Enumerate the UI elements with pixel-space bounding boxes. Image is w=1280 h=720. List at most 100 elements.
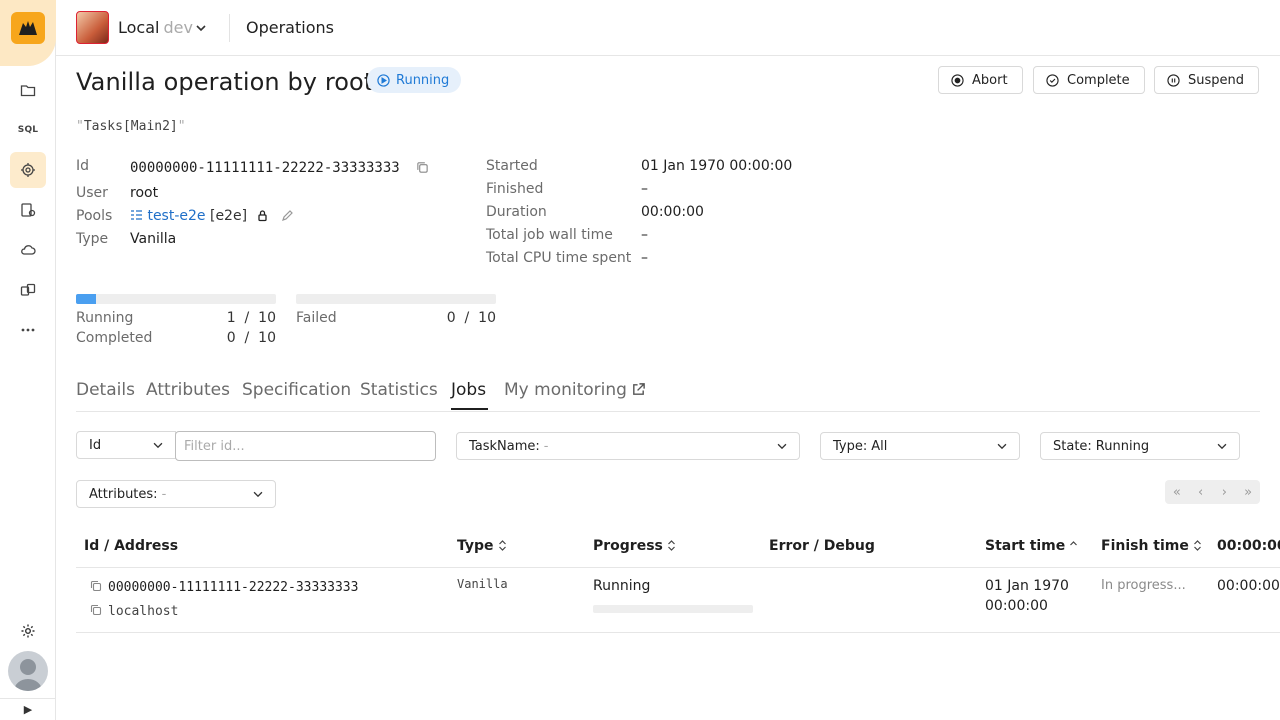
sidebar-item-sql[interactable]: SQL (10, 112, 46, 148)
finished-value: – (641, 181, 648, 197)
chevron-down-icon (253, 491, 263, 498)
sort-icon (498, 540, 506, 551)
abort-button[interactable]: Abort (938, 66, 1023, 94)
abort-label: Abort (972, 72, 1008, 88)
column-header-id: Id / Address (84, 538, 179, 554)
pagination: « ‹ › » (1165, 480, 1260, 504)
tab-details[interactable]: Details (76, 380, 135, 400)
column-header-finish-time[interactable]: Finish time (1101, 538, 1202, 554)
table-row-divider (76, 632, 1280, 633)
type-filter[interactable]: Type: All (820, 432, 1020, 460)
tab-attributes[interactable]: Attributes (146, 380, 230, 400)
tab-bar: Details Attributes Specification Statist… (76, 376, 1260, 412)
sort-icon (1193, 540, 1201, 551)
column-header-start-time[interactable]: Start time (985, 538, 1078, 554)
column-header-type[interactable]: Type (457, 538, 507, 554)
sidebar-settings[interactable] (10, 613, 46, 649)
attributes-filter-value: - (161, 486, 167, 502)
sort-asc-icon (1070, 541, 1078, 546)
first-page-button[interactable]: « (1165, 480, 1189, 504)
suspend-button[interactable]: Suspend (1154, 66, 1260, 94)
id-value: 00000000-11111111-22222-33333333 (130, 160, 429, 176)
sidebar-expand-button[interactable]: ▶ (0, 698, 56, 720)
wall-time-label: Total job wall time (486, 227, 613, 243)
wall-time-value: – (641, 227, 648, 243)
sidebar-item-more[interactable] (10, 312, 46, 348)
expand-arrow-icon: ▶ (23, 703, 33, 716)
user-avatar-icon (14, 659, 42, 691)
column-header-type-label: Type (457, 538, 494, 554)
components-icon (20, 283, 36, 296)
sidebar-item-operations[interactable] (10, 152, 46, 188)
copy-icon[interactable] (90, 604, 102, 616)
column-header-start-time-label: Start time (985, 538, 1066, 554)
column-header-duration[interactable]: 00:00:00 (1217, 538, 1280, 554)
cluster-avatar[interactable] (76, 11, 109, 44)
pause-circle-icon (1167, 73, 1180, 87)
id-filter-input[interactable] (175, 431, 436, 461)
job-progress-bar (593, 605, 753, 613)
pool-link[interactable]: test-e2e (147, 208, 205, 224)
top-bar: Local dev Operations (56, 0, 1280, 56)
copy-icon[interactable] (90, 580, 102, 592)
running-count: 1 / 10 (226, 310, 276, 326)
check-circle-icon (1046, 73, 1059, 87)
chevron-down-icon[interactable] (193, 20, 209, 36)
type-value: Vanilla (130, 231, 177, 247)
tab-statistics[interactable]: Statistics (360, 380, 438, 400)
tab-jobs[interactable]: Jobs (451, 380, 486, 400)
type-label: Type (76, 231, 109, 247)
task-expression-value: Tasks[Main2] (83, 119, 178, 134)
last-page-button[interactable]: » (1236, 480, 1260, 504)
tab-specification[interactable]: Specification (242, 380, 351, 400)
cluster-selector[interactable]: Local dev (118, 18, 193, 37)
duration-value: 00:00:00 (641, 204, 704, 220)
id-label: Id (76, 158, 90, 174)
started-value: 01 Jan 1970 00:00:00 (641, 158, 793, 174)
edit-icon[interactable] (281, 209, 294, 222)
avatar[interactable] (8, 651, 48, 691)
cloud-icon (21, 245, 36, 255)
chevron-down-icon (997, 443, 1007, 450)
completed-count: 0 / 10 (226, 330, 276, 346)
column-header-progress[interactable]: Progress (593, 538, 676, 554)
operation-id: 00000000-11111111-22222-33333333 (130, 160, 400, 176)
sidebar-item-cloud[interactable] (10, 232, 46, 268)
stop-circle-icon (951, 73, 964, 87)
job-start-time: 00:00:00 (985, 598, 1048, 614)
id-filter-select[interactable]: Id (76, 431, 176, 459)
tab-my-monitoring[interactable]: My monitoring (504, 380, 646, 400)
copy-icon[interactable] (416, 161, 429, 174)
breadcrumb[interactable]: Operations (246, 18, 334, 37)
running-progress-bar (76, 294, 276, 304)
id-filter-select-value: Id (89, 437, 102, 453)
attributes-filter[interactable]: Attributes: - (76, 480, 276, 508)
prev-page-button[interactable]: ‹ (1189, 480, 1213, 504)
job-progress-state: Running (593, 578, 651, 594)
sidebar-item-components[interactable] (10, 272, 46, 308)
taskname-filter-value: - (543, 438, 549, 454)
job-finish-cell: In progress... (1101, 578, 1186, 593)
taskname-filter[interactable]: TaskName: - (456, 432, 800, 460)
complete-button[interactable]: Complete (1033, 66, 1145, 94)
user-value: root (130, 185, 159, 201)
sort-icon (667, 540, 675, 551)
sidebar-item-navigation[interactable] (10, 72, 46, 108)
next-page-button[interactable]: › (1213, 480, 1237, 504)
more-icon (21, 328, 35, 332)
job-duration-cell: 00:00:00 (1217, 578, 1280, 594)
user-label: User (76, 185, 108, 201)
sidebar-item-accounts[interactable] (10, 192, 46, 228)
column-header-progress-label: Progress (593, 538, 663, 554)
pools-label: Pools (76, 208, 113, 224)
logo-area (0, 0, 56, 66)
task-expression: "Tasks[Main2]" (76, 119, 186, 134)
app-logo[interactable] (11, 12, 45, 44)
job-id[interactable]: 00000000-11111111-22222-33333333 (108, 580, 358, 595)
failed-label: Failed (296, 310, 337, 326)
job-start-date: 01 Jan 1970 (985, 578, 1069, 594)
operations-icon (21, 163, 35, 177)
state-filter[interactable]: State: Running (1040, 432, 1240, 460)
logo-mark-icon (19, 21, 37, 35)
pool-tree: [e2e] (209, 208, 248, 224)
